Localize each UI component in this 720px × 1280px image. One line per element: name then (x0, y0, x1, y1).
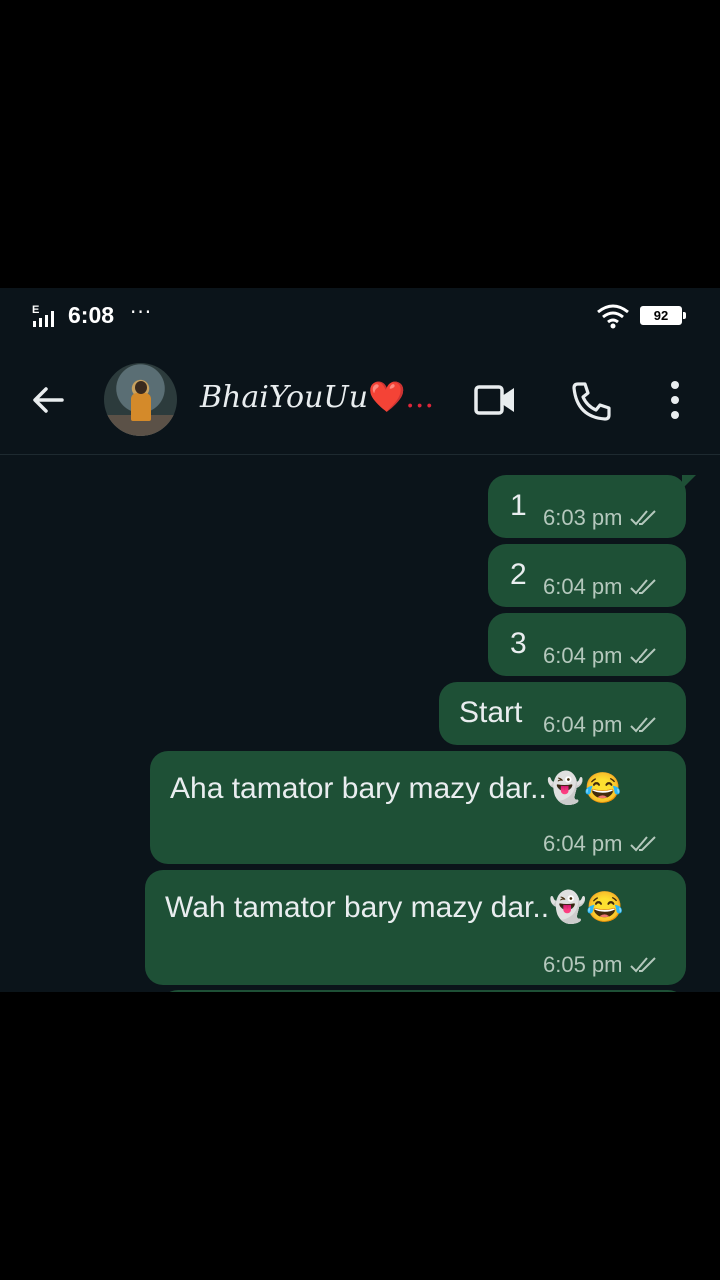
message-text: 2 (510, 558, 527, 591)
more-vertical-icon[interactable] (664, 379, 686, 421)
message-bubble[interactable]: 1 6:03 pm (488, 475, 696, 538)
double-check-icon (629, 957, 656, 973)
message-meta: 6:05 pm (543, 952, 659, 978)
video-camera-icon[interactable] (472, 382, 518, 418)
message-text: Start (459, 696, 523, 729)
message-time: 6:03 pm (543, 505, 623, 530)
phone-icon[interactable] (569, 379, 613, 423)
double-check-icon (629, 836, 656, 852)
message-bubble[interactable]: 3 6:04 pm (488, 613, 686, 676)
message-text: 3 (510, 627, 527, 660)
signal-icon: E (32, 304, 54, 327)
status-bar: E 6:08 ··· 92 (0, 288, 720, 346)
double-check-icon (629, 717, 656, 733)
contact-avatar[interactable] (104, 363, 177, 436)
contact-name[interactable]: BhaiYouUu❤️... (200, 380, 434, 415)
message-bubble-partial[interactable] (160, 990, 686, 992)
svg-text:E: E (32, 304, 39, 316)
message-text: Wah tamator bary mazy dar..👻😂 (165, 891, 624, 924)
chat-header: BhaiYouUu❤️... (0, 346, 720, 455)
double-check-icon (629, 648, 656, 664)
battery-indicator: 92 (640, 306, 686, 325)
message-bubble[interactable]: 2 6:04 pm (488, 544, 686, 607)
message-list[interactable]: 1 6:03 pm 2 6:04 pm 3 6:04 pm Start 6:04… (0, 454, 720, 992)
message-bubble[interactable]: Aha tamator bary mazy dar..👻😂 6:04 pm (150, 751, 686, 864)
message-time: 6:04 pm (543, 574, 623, 599)
message-time: 6:04 pm (543, 712, 623, 737)
chat-screen: E 6:08 ··· 92 BhaiYouUu❤️... 1 6:03 pm 2… (0, 288, 720, 992)
message-text: 1 (510, 489, 527, 522)
message-time: 6:04 pm (543, 831, 623, 856)
message-time: 6:04 pm (543, 643, 623, 668)
notification-dots: ··· (130, 300, 153, 324)
message-meta: 6:03 pm (543, 505, 659, 531)
status-time: 6:08 (68, 302, 115, 328)
contact-name-suffix: ❤️... (368, 380, 435, 415)
message-meta: 6:04 pm (543, 574, 659, 600)
message-bubble[interactable]: Start 6:04 pm (439, 682, 686, 745)
message-bubble[interactable]: Wah tamator bary mazy dar..👻😂 6:05 pm (145, 870, 686, 985)
message-time: 6:05 pm (543, 952, 623, 977)
message-text: Aha tamator bary mazy dar..👻😂 (170, 772, 622, 805)
message-meta: 6:04 pm (543, 643, 659, 669)
contact-name-text: BhaiYouUu (200, 380, 369, 415)
double-check-icon (629, 579, 656, 595)
arrow-left-icon[interactable] (28, 380, 68, 420)
message-meta: 6:04 pm (543, 831, 659, 857)
message-meta: 6:04 pm (543, 712, 659, 738)
wifi-icon (597, 304, 629, 329)
double-check-icon (629, 510, 656, 526)
